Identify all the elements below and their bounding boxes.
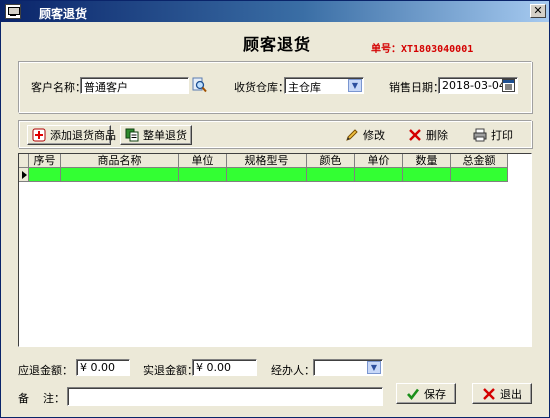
whole-return-button[interactable]: 整单退货 — [120, 125, 192, 145]
customer-label: 客户名称： — [31, 81, 86, 94]
handler-select[interactable]: ▼ — [313, 359, 383, 376]
note-label: 备 注： — [18, 392, 65, 405]
edit-label: 修改 — [363, 129, 385, 142]
add-return-item-label: 添加退货商品 — [50, 129, 116, 142]
print-button[interactable]: 打印 — [473, 126, 513, 144]
table-cell[interactable] — [355, 168, 403, 182]
chevron-down-icon[interactable]: ▼ — [367, 361, 381, 374]
delete-x-icon — [408, 128, 422, 142]
table-cell[interactable] — [179, 168, 227, 182]
sale-date-label: 销售日期： — [389, 81, 444, 94]
title-bar[interactable]: 顾客退货 ✕ — [1, 1, 549, 22]
table-cell[interactable] — [61, 168, 179, 182]
handler-label: 经办人： — [271, 364, 315, 377]
pencil-icon — [345, 128, 359, 142]
save-button[interactable]: 保存 — [396, 383, 456, 404]
due-amount-label: 应退金额： — [18, 364, 73, 377]
whole-return-label: 整单退货 — [143, 129, 187, 142]
column-header-product-name[interactable]: 商品名称 — [61, 154, 179, 168]
return-window: 顾客退货 ✕ 顾客退货 单号：XT1803040001 客户名称： 普通客户 收… — [0, 0, 550, 418]
note-field[interactable] — [67, 387, 383, 406]
customer-lookup-icon[interactable] — [192, 77, 207, 93]
edit-button[interactable]: 修改 — [345, 126, 385, 144]
warehouse-value: 主仓库 — [288, 81, 321, 94]
column-header-color[interactable]: 颜色 — [307, 154, 355, 168]
table-cell[interactable] — [403, 168, 451, 182]
add-icon — [32, 128, 46, 142]
row-indicator-icon — [19, 168, 29, 182]
save-label: 保存 — [424, 387, 446, 401]
chevron-down-icon[interactable]: ▼ — [348, 79, 362, 92]
table-cell[interactable] — [227, 168, 307, 182]
copy-document-icon — [125, 128, 139, 142]
warehouse-label: 收货仓库： — [234, 81, 289, 94]
grid-header: 序号 商品名称 单位 规格型号 颜色 单价 数量 总金额 — [19, 154, 508, 168]
close-button[interactable]: ✕ — [530, 4, 546, 18]
delete-button[interactable]: 删除 — [408, 126, 448, 144]
column-header-spec[interactable]: 规格型号 — [227, 154, 307, 168]
column-header-total[interactable]: 总金额 — [451, 154, 508, 168]
app-window-icon — [5, 4, 21, 19]
delete-label: 删除 — [426, 129, 448, 142]
customer-field[interactable]: 普通客户 — [80, 77, 189, 94]
form-title: 顾客退货 — [243, 35, 312, 54]
sale-date-field[interactable]: 2018-03-04 — [438, 77, 518, 94]
order-number: 单号：XT1803040001 — [371, 44, 474, 55]
table-row[interactable] — [19, 168, 508, 182]
calendar-icon[interactable] — [502, 79, 515, 92]
actual-amount-label: 实退金额： — [143, 364, 198, 377]
exit-x-icon — [482, 387, 496, 401]
grid-header-indicator — [19, 154, 29, 168]
window-title: 顾客退货 — [39, 7, 88, 21]
table-cell[interactable] — [29, 168, 61, 182]
due-amount-field[interactable]: ¥ 0.00 — [76, 359, 130, 376]
check-icon — [406, 387, 420, 401]
column-header-unit-price[interactable]: 单价 — [355, 154, 403, 168]
printer-icon — [473, 128, 487, 142]
column-header-index[interactable]: 序号 — [29, 154, 61, 168]
sale-date-value: 2018-03-04 — [442, 79, 506, 92]
add-return-item-button[interactable]: 添加退货商品 — [27, 125, 116, 145]
return-items-grid[interactable]: 序号 商品名称 单位 规格型号 颜色 单价 数量 总金额 — [18, 153, 532, 347]
table-cell[interactable] — [307, 168, 355, 182]
column-header-unit[interactable]: 单位 — [179, 154, 227, 168]
exit-label: 退出 — [500, 387, 522, 401]
actual-amount-field[interactable]: ¥ 0.00 — [192, 359, 257, 376]
column-header-quantity[interactable]: 数量 — [403, 154, 451, 168]
table-cell[interactable] — [451, 168, 508, 182]
exit-button[interactable]: 退出 — [472, 383, 532, 404]
print-label: 打印 — [491, 129, 513, 142]
warehouse-select[interactable]: 主仓库 ▼ — [284, 77, 364, 94]
